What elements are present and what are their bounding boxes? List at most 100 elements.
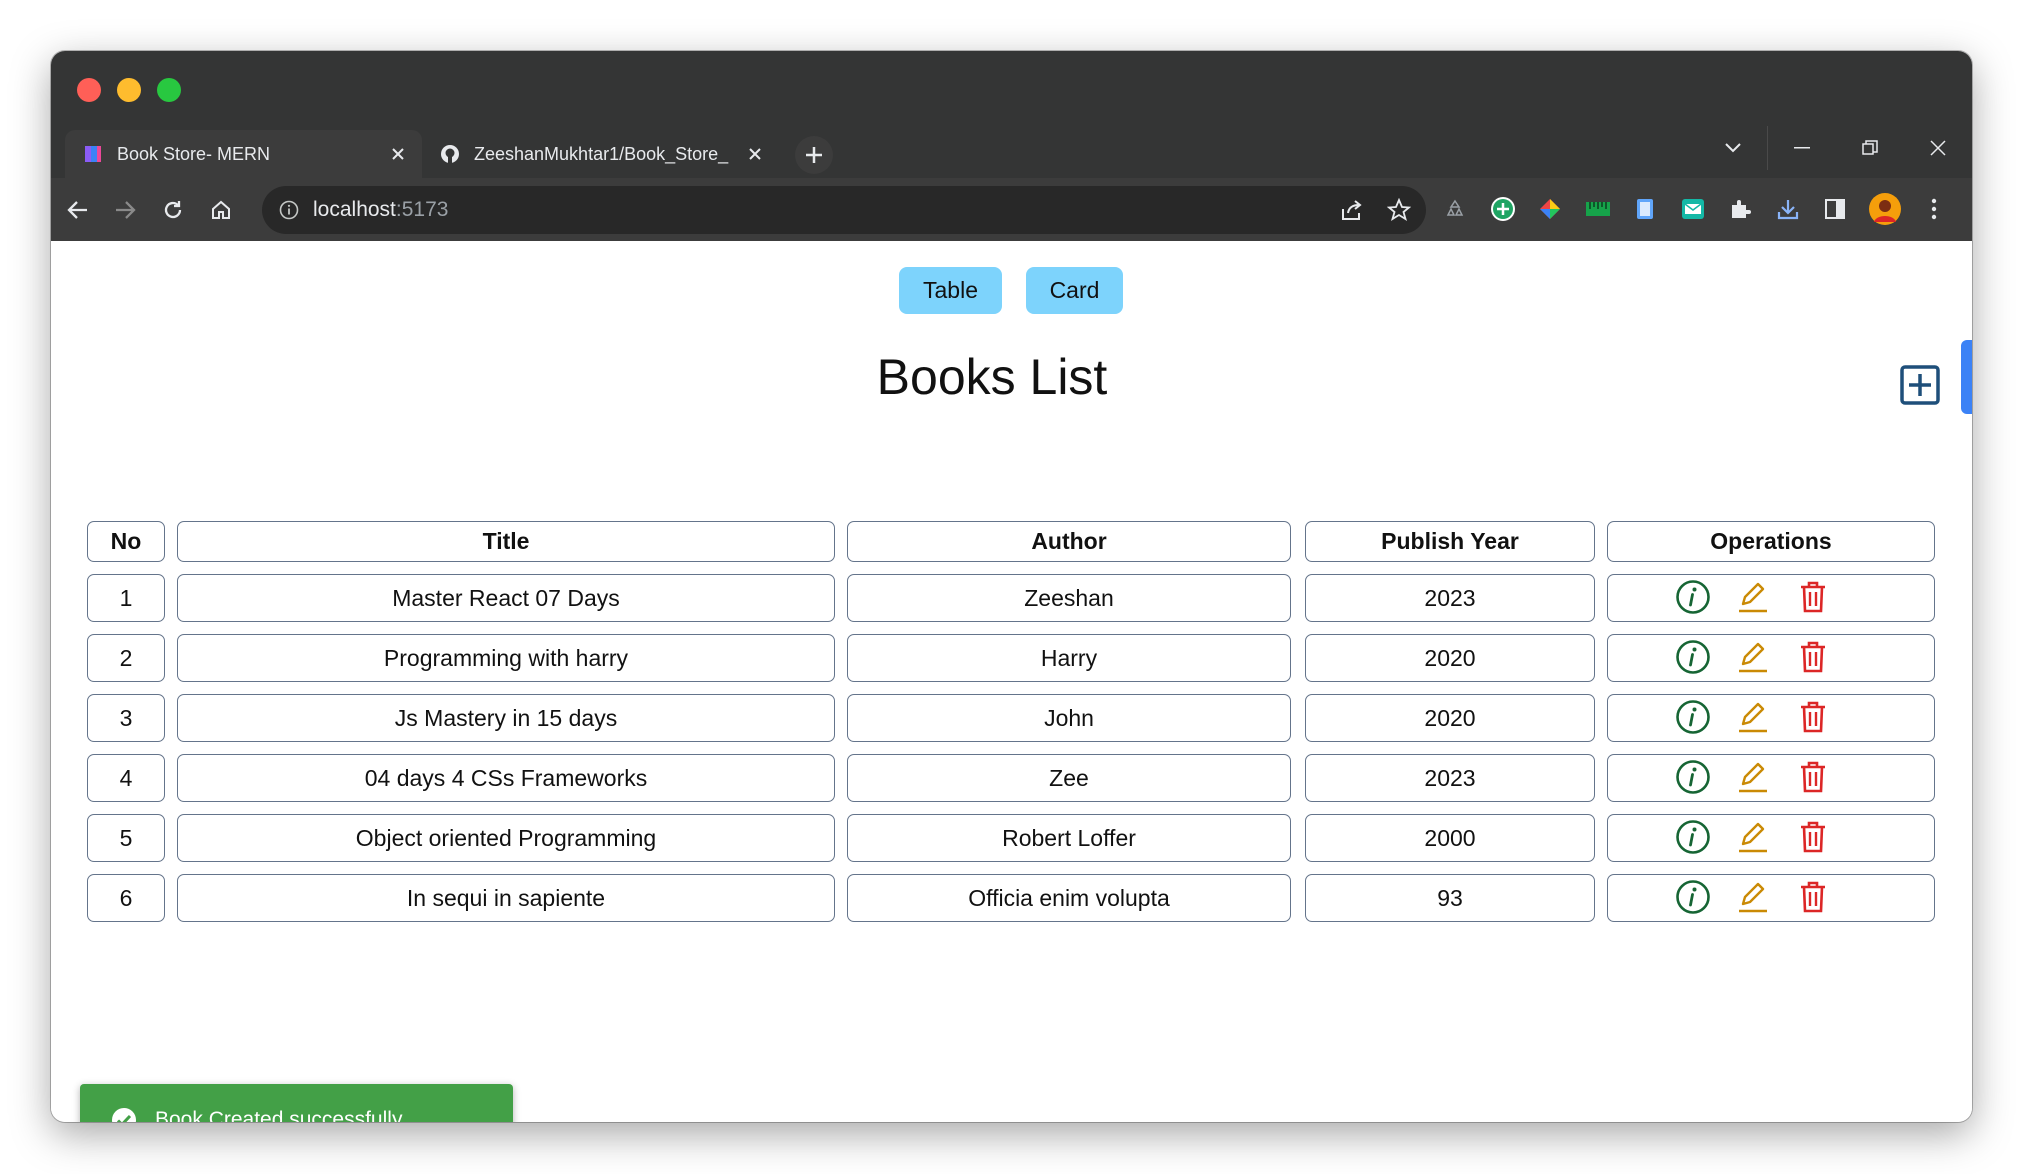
extensions-puzzle-icon[interactable] (1727, 196, 1753, 222)
close-window-button[interactable] (77, 78, 101, 102)
delete-icon[interactable] (1795, 759, 1831, 795)
cell-title: Programming with harry (177, 634, 835, 682)
minimize-icon (1794, 147, 1810, 149)
cell-publish-year: 93 (1305, 874, 1595, 922)
header-operations: Operations (1607, 521, 1935, 562)
new-tab-button[interactable] (795, 136, 833, 174)
tab-github[interactable]: ZeeshanMukhtar1/Book_Store_ (422, 130, 779, 178)
tab-search-button[interactable] (1699, 126, 1767, 170)
cell-publish-year: 2000 (1305, 814, 1595, 862)
info-icon[interactable] (1675, 699, 1711, 735)
check-circle-icon (112, 1107, 136, 1122)
browser-window: Book Store- MERN ZeeshanMukhtar1/Book_St… (51, 51, 1972, 1122)
minimize-window-button[interactable] (117, 78, 141, 102)
cell-author: Zee (847, 754, 1291, 802)
reload-icon (164, 201, 182, 219)
edit-icon[interactable] (1735, 699, 1771, 735)
cell-author: John (847, 694, 1291, 742)
info-icon[interactable] (1675, 579, 1711, 615)
home-icon (212, 200, 230, 219)
table-view-button[interactable]: Table (899, 267, 1002, 314)
add-book-icon[interactable] (1900, 365, 1940, 405)
close-tab-icon[interactable] (388, 144, 408, 164)
download-icon[interactable] (1775, 196, 1801, 222)
cell-operations (1607, 814, 1935, 862)
url-port: :5173 (395, 198, 449, 221)
address-bar[interactable]: localhost:5173 (262, 186, 1426, 234)
forward-button[interactable] (110, 195, 140, 225)
cell-author: Harry (847, 634, 1291, 682)
restore-button[interactable] (1836, 126, 1904, 170)
header-title: Title (177, 521, 835, 562)
docs-extension-icon[interactable] (1632, 196, 1658, 222)
delete-icon[interactable] (1795, 879, 1831, 915)
close-button[interactable] (1904, 126, 1972, 170)
cell-publish-year: 2023 (1305, 574, 1595, 622)
close-icon (1930, 140, 1946, 156)
tab-title: Book Store- MERN (117, 143, 271, 164)
cell-operations (1607, 874, 1935, 922)
add-extension-icon[interactable] (1490, 196, 1516, 222)
info-icon[interactable] (1675, 639, 1711, 675)
success-toast[interactable]: Book Created successfully (80, 1084, 513, 1122)
toast-message: Book Created successfully (155, 1107, 403, 1123)
card-view-button[interactable]: Card (1026, 267, 1123, 314)
side-scroll-handle[interactable] (1961, 340, 1972, 414)
bookmark-star-icon[interactable] (1387, 198, 1411, 222)
zoom-window-button[interactable] (157, 78, 181, 102)
delete-icon[interactable] (1795, 579, 1831, 615)
info-icon[interactable] (1675, 819, 1711, 855)
tab-strip: Book Store- MERN ZeeshanMukhtar1/Book_St… (51, 126, 1972, 178)
home-button[interactable] (206, 195, 236, 225)
cell-publish-year: 2020 (1305, 694, 1595, 742)
page-title: Books List (876, 349, 1108, 405)
delete-icon[interactable] (1795, 699, 1831, 735)
delete-icon[interactable] (1795, 819, 1831, 855)
plus-icon (806, 147, 822, 163)
cell-publish-year: 2023 (1305, 754, 1595, 802)
tab-book-store[interactable]: Book Store- MERN (65, 130, 422, 178)
share-icon[interactable] (1340, 199, 1364, 221)
cell-no: 3 (87, 694, 165, 742)
cell-operations (1607, 634, 1935, 682)
url-host: localhost (313, 198, 396, 221)
cell-author: Officia enim volupta (847, 874, 1291, 922)
edit-icon[interactable] (1735, 759, 1771, 795)
book-favicon-icon (85, 146, 101, 162)
info-icon[interactable] (1675, 759, 1711, 795)
cell-operations (1607, 574, 1935, 622)
back-button[interactable] (63, 195, 93, 225)
delete-icon[interactable] (1795, 639, 1831, 675)
edit-icon[interactable] (1735, 819, 1771, 855)
menu-kebab-icon[interactable] (1921, 196, 1947, 222)
header-author: Author (847, 521, 1291, 562)
info-icon[interactable] (1675, 879, 1711, 915)
recycle-extension-icon[interactable] (1442, 196, 1468, 222)
cell-no: 6 (87, 874, 165, 922)
arrow-right-icon (116, 201, 136, 219)
reload-button[interactable] (158, 195, 188, 225)
minimize-button[interactable] (1767, 126, 1836, 170)
edit-icon[interactable] (1735, 879, 1771, 915)
cell-title: Object oriented Programming (177, 814, 835, 862)
cell-publish-year: 2020 (1305, 634, 1595, 682)
cell-no: 1 (87, 574, 165, 622)
profile-avatar[interactable] (1868, 192, 1902, 226)
arrow-left-icon (67, 201, 87, 219)
window-controls (1699, 126, 1972, 178)
site-info-icon[interactable] (279, 200, 299, 220)
cell-title: Master React 07 Days (177, 574, 835, 622)
color-picker-extension-icon[interactable] (1537, 196, 1563, 222)
restore-icon (1862, 140, 1878, 155)
cell-title: Js Mastery in 15 days (177, 694, 835, 742)
cell-title: In sequi in sapiente (177, 874, 835, 922)
header-no: No (87, 521, 165, 562)
mail-extension-icon[interactable] (1680, 196, 1706, 222)
edit-icon[interactable] (1735, 579, 1771, 615)
title-bar (51, 51, 1972, 126)
ruler-extension-icon[interactable] (1585, 196, 1611, 222)
edit-icon[interactable] (1735, 639, 1771, 675)
close-tab-icon[interactable] (745, 144, 765, 164)
cell-operations (1607, 754, 1935, 802)
side-panel-icon[interactable] (1822, 196, 1848, 222)
